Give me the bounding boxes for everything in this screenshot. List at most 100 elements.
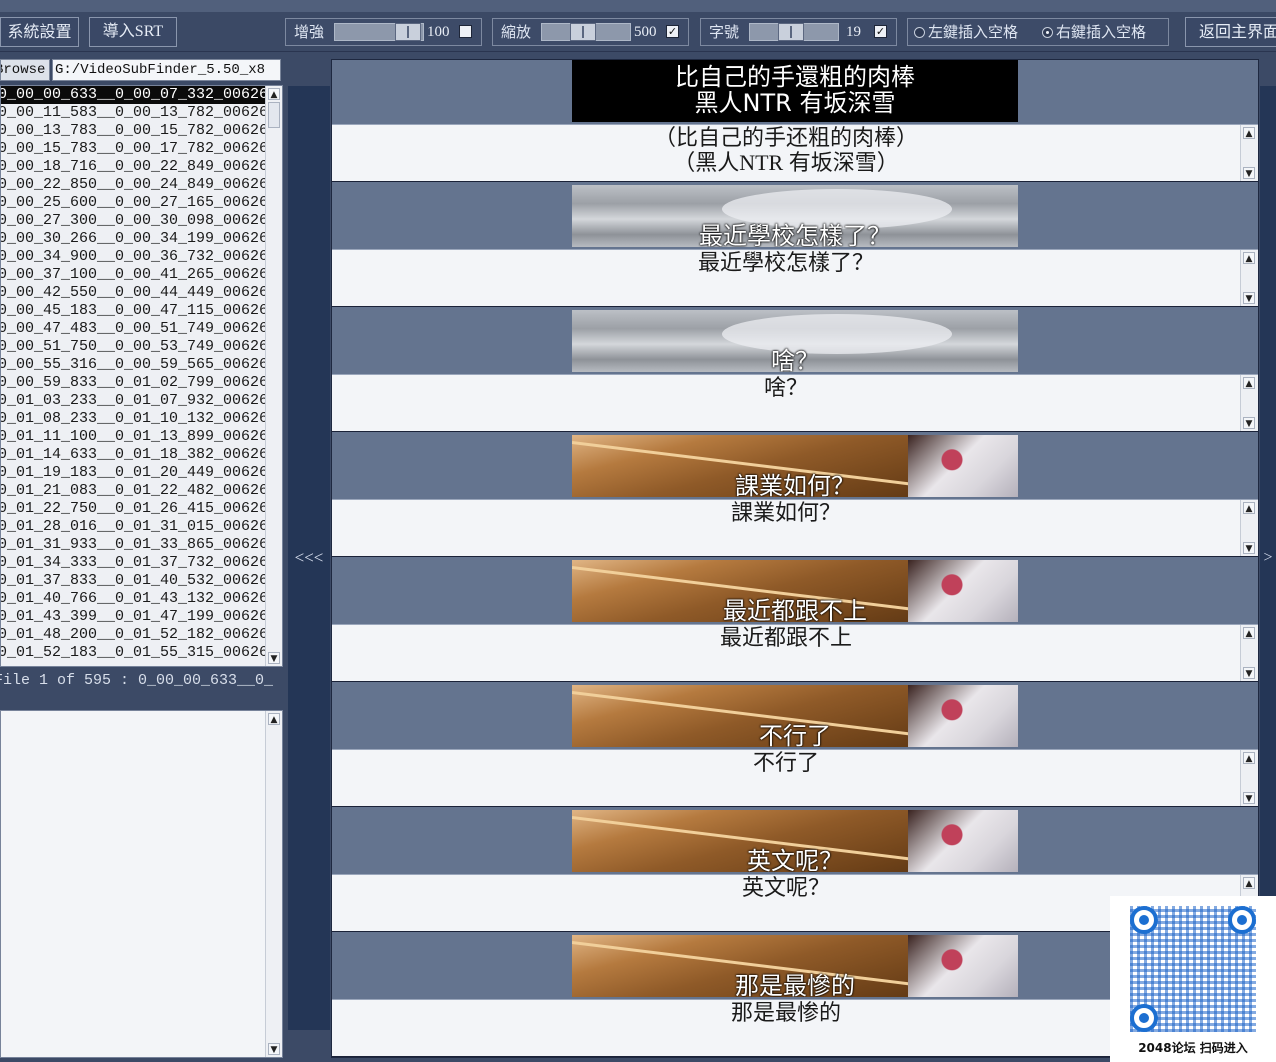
subtitle-frame-image[interactable]: 課業如何？ [572, 435, 1018, 497]
file-list-item[interactable]: 0_00_34_900__0_00_36_732_00626 [1, 248, 265, 266]
file-list[interactable]: 0_00_00_633__0_00_07_332_00626 0_00_11_58… [0, 85, 283, 667]
next-page-button[interactable]: > [1260, 86, 1276, 1030]
zoom-slider[interactable] [541, 23, 631, 41]
subtitle-frame-image[interactable]: 英文呢？ [572, 810, 1018, 872]
left-click-space-radio[interactable]: 左鍵插入空格 [914, 19, 1018, 45]
subtitle-text-editor[interactable]: 不行了 ▲ ▼ [332, 749, 1258, 807]
enhance-checkbox[interactable] [459, 25, 472, 38]
zoom-slider-thumb[interactable] [570, 23, 596, 41]
scroll-up-icon[interactable]: ▲ [1243, 252, 1255, 264]
scroll-up-icon[interactable]: ▲ [1243, 127, 1255, 139]
subtitle-text-editor[interactable]: 啥？ ▲ ▼ [332, 374, 1258, 432]
import-srt-button[interactable]: 導入SRT [89, 17, 177, 47]
scroll-down-icon[interactable]: ▼ [1243, 667, 1255, 679]
right-click-space-radio[interactable]: 右鍵插入空格 [1042, 19, 1146, 45]
file-list-item[interactable]: 0_01_14_633__0_01_18_382_00626 [1, 446, 265, 464]
subtitle-text[interactable]: 那是最惨的 [332, 1000, 1240, 1025]
subtitle-text[interactable]: 啥？ [332, 375, 1240, 400]
file-list-item[interactable]: 0_01_43_399__0_01_47_199_00626 [1, 608, 265, 626]
subtitle-frame-image[interactable]: 比自己的手還粗的肉棒 黑人NTR 有坂深雪 [572, 60, 1018, 122]
file-list-item[interactable]: 0_01_28_016__0_01_31_015_00626 [1, 518, 265, 536]
scroll-down-icon[interactable]: ▼ [1243, 792, 1255, 804]
zoom-checkbox[interactable]: ✓ [666, 25, 679, 38]
file-list-item[interactable]: 0_01_22_750__0_01_26_415_00626 [1, 500, 265, 518]
path-field[interactable]: G:/VideoSubFinder_5.50_x8 [52, 59, 281, 81]
subtitle-text-editor[interactable]: 最近都跟不上 ▲ ▼ [332, 624, 1258, 682]
scroll-down-icon[interactable]: ▼ [1243, 292, 1255, 304]
scroll-down-icon[interactable]: ▼ [1243, 542, 1255, 554]
file-list-item[interactable]: 0_01_11_100__0_01_13_899_00626 [1, 428, 265, 446]
subtitle-text[interactable]: 課業如何？ [332, 500, 1240, 525]
textarea-scrollbar[interactable]: ▲ ▼ [265, 711, 282, 1057]
file-list-item[interactable]: 0_01_19_183__0_01_20_449_00626 [1, 464, 265, 482]
file-list-item[interactable]: 0_00_42_550__0_00_44_449_00626 [1, 284, 265, 302]
file-list-item[interactable]: 0_00_00_633__0_00_07_332_00626 [1, 86, 265, 104]
previous-page-button[interactable]: <<< [288, 86, 330, 1030]
file-list-item[interactable]: 0_01_21_083__0_01_22_482_00626 [1, 482, 265, 500]
scroll-up-icon[interactable]: ▲ [1243, 877, 1255, 889]
subtitle-text[interactable]: （比自己的手还粗的肉棒） （黑人NTR 有坂深雪） [332, 125, 1240, 175]
back-main-button[interactable]: 返回主界面 [1185, 17, 1276, 47]
subtitle-text-editor[interactable]: 課業如何？ ▲ ▼ [332, 499, 1258, 557]
file-list-item[interactable]: 0_00_15_783__0_00_17_782_00626 [1, 140, 265, 158]
file-list-item[interactable]: 0_01_37_833__0_01_40_532_00626 [1, 572, 265, 590]
file-list-item[interactable]: 0_00_47_483__0_00_51_749_00626 [1, 320, 265, 338]
file-list-item[interactable]: 0_00_37_100__0_00_41_265_00626 [1, 266, 265, 284]
file-list-item[interactable]: 0_00_25_600__0_00_27_165_00626 [1, 194, 265, 212]
font-size-slider-thumb[interactable] [778, 23, 804, 41]
enhance-slider[interactable] [334, 23, 424, 41]
file-list-item[interactable]: 0_01_34_333__0_01_37_732_00626 [1, 554, 265, 572]
file-list-item[interactable]: 0_00_13_783__0_00_15_782_00626 [1, 122, 265, 140]
subtitle-frame-image[interactable]: 不行了 [572, 685, 1018, 747]
subtitle-frame-image[interactable]: 最近學校怎樣了？ [572, 185, 1018, 247]
file-list-item[interactable]: 0_00_22_850__0_00_24_849_00626 [1, 176, 265, 194]
file-list-item[interactable]: 0_00_11_583__0_00_13_782_00626 [1, 104, 265, 122]
font-size-slider[interactable] [749, 23, 839, 41]
subtitle-frame-image[interactable]: 啥？ [572, 310, 1018, 372]
subtitle-frame-image[interactable]: 最近都跟不上 [572, 560, 1018, 622]
editor-scrollbar[interactable]: ▲▼ [1240, 250, 1258, 306]
file-list-item[interactable]: 0_00_27_300__0_00_30_098_00626 [1, 212, 265, 230]
scroll-down-icon[interactable]: ▼ [268, 1043, 280, 1055]
file-list-scrollbar[interactable]: ▲ ▼ [265, 86, 282, 666]
scroll-up-icon[interactable]: ▲ [268, 88, 280, 100]
editor-scrollbar[interactable]: ▲▼ [1240, 500, 1258, 556]
scroll-up-icon[interactable]: ▲ [1243, 752, 1255, 764]
scroll-thumb[interactable] [268, 102, 280, 128]
file-list-item[interactable]: 0_00_45_183__0_00_47_115_00626 [1, 302, 265, 320]
file-list-item[interactable]: 0_01_48_200__0_01_52_182_00626 [1, 626, 265, 644]
font-size-checkbox[interactable]: ✓ [874, 25, 887, 38]
editor-scrollbar[interactable]: ▲▼ [1240, 750, 1258, 806]
scroll-down-icon[interactable]: ▼ [1243, 417, 1255, 429]
scroll-down-icon[interactable]: ▼ [268, 652, 280, 664]
subtitle-text-editor[interactable]: （比自己的手还粗的肉棒） （黑人NTR 有坂深雪） ▲ ▼ [332, 124, 1258, 182]
subtitle-text[interactable]: 不行了 [332, 750, 1240, 775]
subtitle-text[interactable]: 最近都跟不上 [332, 625, 1240, 650]
scroll-up-icon[interactable]: ▲ [1243, 377, 1255, 389]
scroll-up-icon[interactable]: ▲ [1243, 627, 1255, 639]
file-list-item[interactable]: 0_01_40_766__0_01_43_132_00626 [1, 590, 265, 608]
file-list-item[interactable]: 0_00_30_266__0_00_34_199_00626 [1, 230, 265, 248]
scroll-up-icon[interactable]: ▲ [1243, 502, 1255, 514]
file-list-item[interactable]: 0_01_52_183__0_01_55_315_00626 [1, 644, 265, 662]
enhance-slider-thumb[interactable] [395, 23, 421, 41]
editor-scrollbar[interactable]: ▲▼ [1240, 375, 1258, 431]
notes-textarea[interactable]: ▲ ▼ [0, 710, 283, 1058]
scroll-down-icon[interactable]: ▼ [1243, 167, 1255, 179]
subtitle-text-editor[interactable]: 最近學校怎樣了？ ▲ ▼ [332, 249, 1258, 307]
scroll-up-icon[interactable]: ▲ [268, 713, 280, 725]
subtitle-text[interactable]: 英文呢？ [332, 875, 1240, 900]
file-list-item[interactable]: 0_00_18_716__0_00_22_849_00626 [1, 158, 265, 176]
browse-button[interactable]: Browse [0, 59, 50, 81]
editor-scrollbar[interactable]: ▲▼ [1240, 125, 1258, 181]
file-list-item[interactable]: 0_01_31_933__0_01_33_865_00626 [1, 536, 265, 554]
file-list-item[interactable]: 0_01_03_233__0_01_07_932_00626 [1, 392, 265, 410]
file-list-item[interactable]: 0_00_55_316__0_00_59_565_00626 [1, 356, 265, 374]
subtitle-frame-image[interactable]: 那是最慘的 [572, 935, 1018, 997]
editor-scrollbar[interactable]: ▲▼ [1240, 625, 1258, 681]
system-settings-button[interactable]: 系統設置 [0, 17, 79, 47]
file-list-item[interactable]: 0_01_08_233__0_01_10_132_00626 [1, 410, 265, 428]
file-list-item[interactable]: 0_00_51_750__0_00_53_749_00626 [1, 338, 265, 356]
file-list-item[interactable]: 0_00_59_833__0_01_02_799_00626 [1, 374, 265, 392]
subtitle-text[interactable]: 最近學校怎樣了？ [332, 250, 1240, 275]
